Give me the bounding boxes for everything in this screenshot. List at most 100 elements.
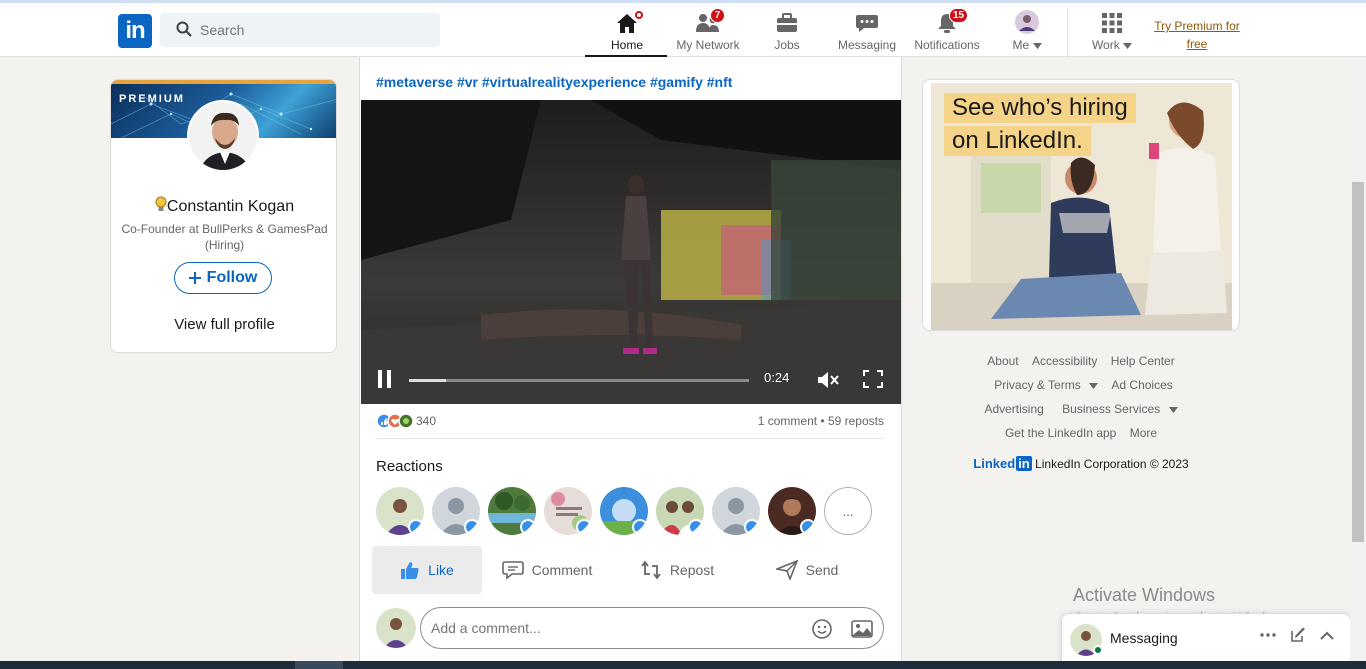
reactor-avatar[interactable] [600,487,648,535]
like-badge-icon [632,519,648,535]
reactor-avatar[interactable] [768,487,816,535]
comment-icon [501,561,524,580]
emoji-icon[interactable] [811,618,833,640]
follow-button[interactable]: Follow [174,262,272,294]
reactor-avatar[interactable] [712,487,760,535]
windows-taskbar [0,661,1366,669]
footer-link-accessibility[interactable]: Accessibility [1032,349,1097,373]
search-box[interactable] [160,13,440,47]
nav-label: Jobs [774,38,800,52]
like-badge-icon [520,519,536,535]
nav-work[interactable]: Work [1090,6,1134,57]
search-icon [176,21,192,37]
reaction-icons[interactable] [376,413,416,429]
try-premium-link[interactable]: Try Premium for free [1150,17,1244,53]
search-input[interactable] [200,13,430,47]
image-icon[interactable] [851,619,873,639]
footer-link-advertising[interactable]: Advertising [984,397,1043,421]
more-reactors-button[interactable]: ... [824,487,872,535]
pause-icon[interactable] [377,370,393,388]
footer-link-about[interactable]: About [987,349,1018,373]
video-player[interactable]: 0:24 [361,100,901,404]
fullscreen-icon[interactable] [863,370,883,388]
plus-icon [188,272,201,284]
nav-jobs[interactable]: Jobs [765,6,809,57]
avatar-icon [1007,6,1047,34]
chat-icon [847,6,887,34]
like-badge-icon [744,519,760,535]
linkedin-logo[interactable]: in [118,14,152,48]
profile-avatar[interactable] [187,100,259,172]
nav-notifications[interactable]: 15 Notifications [911,6,983,57]
briefcase-icon [767,6,807,34]
chevron-down-icon [1089,383,1099,389]
copyright-text: LinkedIn Corporation © 2023 [1035,457,1189,471]
like-badge-icon [576,519,592,535]
reactor-avatar[interactable] [656,487,704,535]
home-notification-dot [633,9,645,21]
chevron-down-icon [1168,407,1178,413]
like-badge-icon [800,519,816,535]
home-icon [607,6,647,34]
nav-home[interactable]: Home [605,6,649,57]
like-button[interactable]: Like [372,546,482,594]
compose-icon[interactable] [1290,627,1306,643]
send-label: Send [805,562,839,578]
comment-input[interactable] [431,608,801,648]
nav-my-network[interactable]: 7 My Network [670,6,746,57]
post-hashtags[interactable]: #metaverse #vr #virtualrealityexperience… [376,74,732,90]
follow-label: Follow [206,269,258,286]
video-progress-bar[interactable] [409,379,749,382]
reactor-avatar[interactable] [488,487,536,535]
premium-tag: PREMIUM [119,93,185,105]
nav-messaging[interactable]: Messaging [835,6,899,57]
mute-icon[interactable] [817,370,839,390]
more-options-icon[interactable] [1260,633,1276,637]
page-scrollbar-thumb[interactable] [1352,182,1364,542]
nav-divider [1067,8,1068,58]
profile-headline: Co-Founder at BullPerks & GamesPad (Hiri… [121,222,328,252]
reactor-avatar[interactable] [544,487,592,535]
activate-windows-title: Activate Windows [1073,585,1216,605]
ad-headline-line1: See who’s hiring [944,93,1136,123]
profile-name[interactable]: Constantin Kogan [111,196,336,216]
repost-label: Repost [669,562,715,578]
chevron-up-icon[interactable] [1320,631,1334,640]
comment-input-box[interactable] [420,607,884,649]
reactor-avatar[interactable] [376,487,424,535]
nav-me[interactable]: Me [1005,6,1049,57]
footer-link-business-label: Business Services [1062,402,1161,416]
reactions-heading: Reactions [376,458,443,475]
nav-me-label: Me [1012,38,1030,52]
reaction-count[interactable]: 340 [416,414,436,428]
ad-card[interactable]: See who’s hiring on LinkedIn. [922,79,1240,331]
comment-repost-stats[interactable]: 1 comment • 59 reposts [758,414,884,428]
footer-link-get-app[interactable]: Get the LinkedIn app [1005,421,1116,445]
footer-link-business-services[interactable]: Business Services [1057,397,1178,421]
comment-button[interactable]: Comment [482,546,612,594]
nav-label: Home [610,38,643,52]
view-full-profile-link[interactable]: View full profile [111,316,336,333]
video-controls: 0:24 [361,362,901,404]
messaging-actions [1260,627,1334,643]
wordmark-in: in [1016,456,1032,471]
thumbs-up-icon [401,562,419,579]
footer-link-more[interactable]: More [1130,421,1157,445]
chevron-down-icon [1123,43,1133,49]
footer-link-help-center[interactable]: Help Center [1111,349,1175,373]
current-user-avatar[interactable] [376,608,416,648]
like-label: Like [428,562,454,578]
footer-link-privacy-label: Privacy & Terms [994,378,1081,392]
send-button[interactable]: Send [742,546,872,594]
footer-links: About Accessibility Help Center Privacy … [922,349,1240,445]
chevron-down-icon [1032,43,1042,49]
notifications-badge: 15 [949,8,969,23]
footer-link-ad-choices[interactable]: Ad Choices [1111,373,1172,397]
network-icon: 7 [688,6,728,34]
taskbar-active-app[interactable] [295,661,343,669]
reactor-avatar[interactable] [432,487,480,535]
repost-button[interactable]: Repost [612,546,742,594]
like-badge-icon [408,519,424,535]
footer-link-privacy-terms[interactable]: Privacy & Terms [989,373,1099,397]
wordmark-text: Linked [973,456,1016,471]
